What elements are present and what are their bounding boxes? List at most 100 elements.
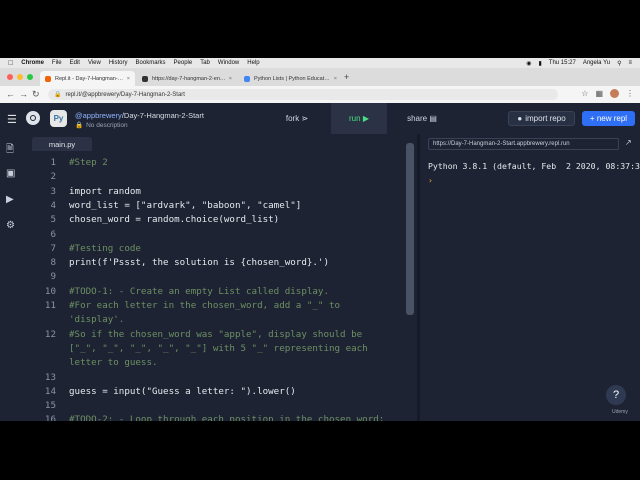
share-label: share (407, 114, 428, 123)
browser-toolbar: ← → ↻ 🔒 repl.it/@appbrewery/Day-7-Hangma… (0, 86, 640, 104)
menu-tab[interactable]: Tab (200, 60, 210, 66)
code-line[interactable]: import random (69, 186, 141, 197)
spotlight-icon[interactable]: ⚲ (617, 60, 621, 67)
file-tab-main-py[interactable]: main.py (32, 137, 92, 151)
repl-title[interactable]: @appbrewery/Day-7-Hangman-2-Start (75, 111, 204, 120)
reload-icon[interactable]: ↻ (32, 89, 40, 100)
menu-history[interactable]: History (109, 60, 128, 66)
line-number: 7 (50, 242, 56, 254)
code-line[interactable]: 'display'. (69, 314, 124, 325)
close-window-button[interactable] (7, 74, 13, 80)
code-editor[interactable]: main.py 1 #Step 2 2 3 import random 4 word_lis… (24, 134, 417, 421)
code-line[interactable]: chosen_word = random.choice(word_list) (69, 214, 279, 225)
wifi-icon[interactable]: ◉ (526, 60, 531, 67)
import-repo-button[interactable]: ● import repo (508, 111, 575, 126)
browser-tab-hangman-end[interactable]: https://day-7-hangman-2-end.ap × (137, 71, 237, 86)
code-area[interactable]: 1 #Step 2 2 3 import random 4 word_list = ["ar… (24, 153, 407, 421)
console-prompt[interactable]: › (428, 176, 433, 185)
tab-label: Repl.it - Day-7-Hangman-2-Start (55, 75, 124, 82)
code-line[interactable]: #TODO-1: - Create an empty List called d… (69, 286, 329, 297)
window-controls (7, 74, 33, 80)
line-number: 4 (50, 199, 56, 211)
zoom-window-button[interactable] (27, 74, 33, 80)
line-number: 14 (44, 385, 56, 397)
code-line[interactable]: letter to guess. (69, 357, 158, 368)
code-line[interactable]: #So if the chosen_word was "apple", disp… (69, 329, 362, 340)
menu-file[interactable]: File (52, 60, 62, 66)
battery-icon[interactable]: ▮ (538, 60, 541, 67)
repl-name[interactable]: /Day-7-Hangman-2-Start (122, 111, 204, 120)
line-number: 10 (44, 285, 56, 297)
browser-tab-repl[interactable]: Repl.it - Day-7-Hangman-2-Start × (40, 71, 135, 86)
menubar-clock[interactable]: Thu 15:27 (549, 60, 576, 66)
minimize-window-button[interactable] (17, 74, 23, 80)
line-number: 13 (44, 371, 56, 383)
run-button[interactable]: run ▶ (331, 103, 387, 134)
code-line[interactable]: word_list = ["ardvark", "baboon", "camel… (69, 200, 301, 211)
new-repl-button[interactable]: + new repl (582, 111, 635, 126)
replit-favicon-icon (45, 75, 51, 82)
share-button[interactable]: share ▤ (395, 103, 449, 134)
help-button[interactable]: ? (606, 385, 626, 405)
code-line[interactable]: #For each letter in the chosen_word, add… (69, 300, 340, 311)
forward-icon[interactable]: → (19, 89, 28, 99)
replit-logo-icon[interactable] (26, 111, 40, 125)
code-line[interactable]: #TODO-2: - Loop through each position in… (69, 414, 384, 421)
extension-icon[interactable]: ▦ (595, 89, 603, 98)
line-number: 12 (44, 328, 56, 340)
line-number: 1 (50, 157, 56, 168)
menu-list-icon[interactable]: ≡ (628, 60, 632, 66)
fork-icon: ⋗ (301, 114, 309, 123)
line-number: 9 (50, 271, 56, 283)
code-line[interactable]: print(f'Pssst, the solution is {chosen_w… (69, 257, 329, 268)
close-tab-icon[interactable]: × (229, 76, 232, 82)
github-icon: ● (517, 114, 523, 123)
code-line[interactable]: ["_", "_", "_", "_", "_"] with 5 "_" rep… (69, 343, 368, 354)
menu-window[interactable]: Window (218, 60, 239, 66)
tab-label: Python Lists | Python Education (254, 75, 331, 82)
menu-view[interactable]: View (88, 60, 101, 66)
console-pane[interactable]: https://Day-7-Hangman-2-Start.appbrewery… (420, 134, 640, 421)
browser-tab-strip: Repl.it - Day-7-Hangman-2-Start × https:… (0, 68, 640, 86)
udemy-watermark: Udemy (612, 409, 628, 415)
share-icon: ▤ (429, 114, 437, 123)
packages-icon[interactable]: ▣ (6, 168, 15, 179)
screen-frame:  Chrome File Edit View History Bookmark… (0, 58, 640, 421)
kebab-menu-icon[interactable]: ⋮ (626, 89, 634, 98)
menu-help[interactable]: Help (247, 60, 259, 66)
open-external-icon[interactable]: ↗ (625, 138, 632, 147)
line-number: 5 (50, 214, 56, 226)
tab-label: https://day-7-hangman-2-end.ap (152, 75, 226, 82)
back-icon[interactable]: ← (6, 89, 15, 99)
menubar-status: ◉ ▮ Thu 15:27 Angela Yu ⚲ ≡ (526, 60, 632, 67)
settings-gear-icon[interactable]: ⚙ (6, 220, 15, 231)
repl-run-url[interactable]: https://Day-7-Hangman-2-Start.appbrewery… (428, 138, 619, 150)
menu-edit[interactable]: Edit (70, 60, 80, 66)
close-tab-icon[interactable]: × (127, 76, 130, 82)
menubar-app[interactable]: Chrome (21, 60, 44, 66)
repl-owner[interactable]: @appbrewery (75, 111, 122, 120)
repl-description[interactable]: 🔒 No description (75, 121, 128, 130)
star-icon[interactable]: ☆ (581, 89, 588, 98)
browser-tab-python-lists[interactable]: Python Lists | Python Education × (239, 71, 342, 86)
editor-scrollbar[interactable] (406, 143, 414, 315)
address-url: repl.it/@appbrewery/Day-7-Hangman-2-Star… (65, 91, 185, 98)
address-bar[interactable]: 🔒 repl.it/@appbrewery/Day-7-Hangman-2-St… (48, 89, 558, 100)
code-line[interactable]: guess = input("Guess a letter: ").lower(… (69, 386, 296, 397)
close-tab-icon[interactable]: × (334, 76, 337, 82)
profile-avatar[interactable] (610, 89, 619, 98)
debugger-icon[interactable]: ▶ (6, 194, 14, 205)
lock-icon: 🔒 (54, 92, 62, 98)
apple-icon[interactable]:  (8, 60, 13, 67)
code-line[interactable]: #Step 2 (69, 157, 108, 168)
line-number: 2 (50, 171, 56, 183)
import-label: import repo (525, 114, 566, 123)
hamburger-menu-icon[interactable]: ☰ (7, 113, 17, 126)
fork-button[interactable]: fork ⋗ (268, 103, 326, 134)
code-line[interactable]: #Testing code (69, 243, 141, 254)
files-icon[interactable]: 🗎 (6, 142, 14, 159)
new-tab-icon[interactable]: + (344, 72, 349, 82)
menu-people[interactable]: People (174, 60, 193, 66)
menu-bookmarks[interactable]: Bookmarks (136, 60, 166, 66)
menubar-user[interactable]: Angela Yu (583, 60, 610, 66)
